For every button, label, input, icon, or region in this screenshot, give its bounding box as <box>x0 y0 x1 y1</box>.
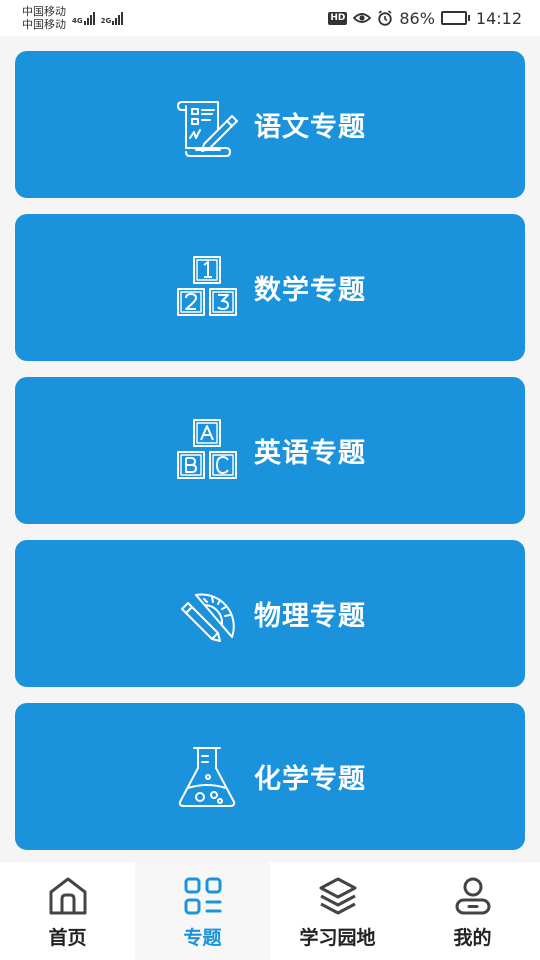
layers-icon <box>319 877 356 914</box>
subject-card-chinese[interactable]: 语文专题 <box>15 51 525 198</box>
nav-label: 首页 <box>48 926 87 949</box>
nav-study-garden[interactable]: 学习园地 <box>270 862 405 960</box>
subject-label: 英语专题 <box>254 438 366 469</box>
battery-icon <box>440 11 470 25</box>
subject-card-english[interactable]: 英语专题 <box>15 377 525 524</box>
flask-icon <box>178 746 236 807</box>
subject-label: 语文专题 <box>254 112 366 143</box>
nav-mine[interactable]: 我的 <box>405 862 540 960</box>
subject-list: 语文专题 数学专题 英语专题 物理专题 化学专题 <box>15 51 525 866</box>
home-icon <box>49 877 86 914</box>
nav-label: 专题 <box>183 926 222 949</box>
eye-icon <box>353 13 372 23</box>
subject-card-physics[interactable]: 物理专题 <box>15 540 525 687</box>
scroll-pencil-icon <box>177 100 238 157</box>
nav-label: 学习园地 <box>299 926 376 949</box>
carrier-names: 中国移动 中国移动 <box>22 5 66 31</box>
number-blocks-icon <box>177 255 237 316</box>
clock: 14:12 <box>475 8 522 28</box>
letter-blocks-icon <box>177 418 237 479</box>
signal-bars-icon <box>83 11 95 25</box>
hd-icon: HD <box>328 11 348 25</box>
subject-card-chemistry[interactable]: 化学专题 <box>15 703 525 850</box>
nav-topics[interactable]: 专题 <box>135 862 270 960</box>
status-right: HD 86% 14:12 <box>328 9 522 28</box>
signal-bars-icon <box>112 11 124 25</box>
signal-2: 2G <box>101 11 124 25</box>
nav-home[interactable]: 首页 <box>0 862 135 960</box>
subject-label: 数学专题 <box>254 275 366 306</box>
battery-percent: 86% <box>399 8 435 28</box>
carrier-1: 中国移动 <box>22 5 66 18</box>
signal-1: 4G <box>72 11 95 25</box>
network-type-1: 4G <box>72 17 83 25</box>
carrier-2: 中国移动 <box>22 18 66 31</box>
subject-label: 物理专题 <box>254 601 366 632</box>
status-bar: 中国移动 中国移动 4G 2G HD 86% 14:12 <box>0 0 540 36</box>
bottom-nav: 首页 专题 学习园地 我的 <box>0 862 540 960</box>
carrier-info: 中国移动 中国移动 4G 2G <box>22 5 124 31</box>
nav-label: 我的 <box>453 926 492 949</box>
alarm-icon <box>378 10 393 26</box>
protractor-pencil-icon <box>181 593 235 642</box>
network-type-2: 2G <box>100 17 112 25</box>
subject-label: 化学专题 <box>254 764 366 795</box>
subject-card-math[interactable]: 数学专题 <box>15 214 525 361</box>
user-icon <box>455 877 490 914</box>
grid-list-icon <box>184 877 221 914</box>
